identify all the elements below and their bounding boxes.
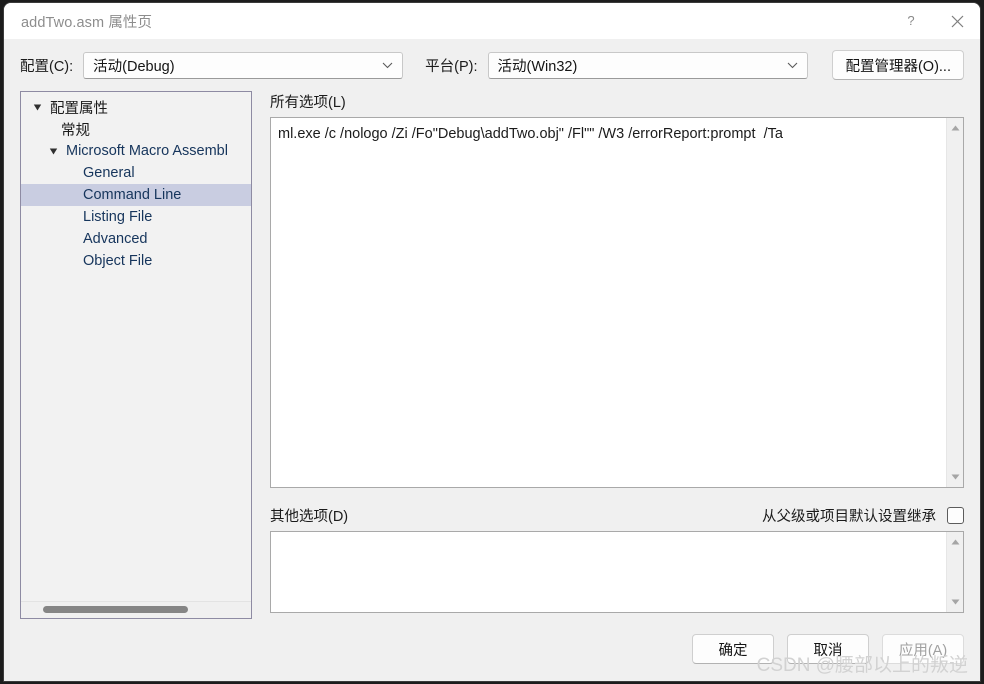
tree-item-advanced[interactable]: Advanced bbox=[21, 228, 251, 250]
close-button[interactable] bbox=[934, 3, 980, 39]
inherit-label: 从父级或项目默认设置继承 bbox=[762, 509, 936, 525]
additional-options-header: 其他选项(D) 从父级或项目默认设置继承 bbox=[270, 505, 964, 526]
scroll-down-arrow-icon[interactable] bbox=[947, 470, 964, 484]
tree-item-label: 常规 bbox=[61, 122, 90, 139]
all-options-value[interactable]: ml.exe /c /nologo /Zi /Fo"Debug\addTwo.o… bbox=[271, 118, 946, 487]
all-options-textbox[interactable]: ml.exe /c /nologo /Zi /Fo"Debug\addTwo.o… bbox=[270, 117, 964, 488]
chevron-down-icon bbox=[787, 56, 798, 74]
configuration-manager-button[interactable]: 配置管理器(O)... bbox=[832, 50, 964, 80]
property-tree[interactable]: 配置属性常规 Microsoft Macro Assembl General Comm… bbox=[21, 92, 251, 601]
scroll-up-arrow-icon[interactable] bbox=[947, 535, 964, 549]
additional-options-label: 其他选项(D) bbox=[270, 509, 349, 525]
scroll-up-arrow-icon[interactable] bbox=[947, 121, 964, 135]
all-options-label: 所有选项(L) bbox=[270, 95, 346, 111]
all-options-vertical-scrollbar[interactable] bbox=[946, 118, 963, 487]
tree-item-label: Microsoft Macro Assembl bbox=[66, 143, 228, 159]
cancel-button[interactable]: 取消 bbox=[787, 634, 869, 664]
tree-item-general[interactable]: General bbox=[21, 162, 251, 184]
tree-item-microsoft-macro-assembl[interactable]: Microsoft Macro Assembl bbox=[21, 140, 251, 162]
additional-options-textbox[interactable] bbox=[270, 531, 964, 613]
window-title: addTwo.asm 属性页 bbox=[21, 14, 153, 31]
platform-combobox[interactable]: 活动(Win32) bbox=[487, 51, 808, 79]
tree-item-[interactable]: 配置属性 bbox=[21, 96, 251, 118]
chevron-down-icon bbox=[382, 56, 393, 74]
tree-item-[interactable]: 常规 bbox=[21, 118, 251, 140]
tree-item-object-file[interactable]: Object File bbox=[21, 250, 251, 272]
options-column: 所有选项(L) ml.exe /c /nologo /Zi /Fo"Debug\… bbox=[270, 91, 964, 619]
inherit-checkbox[interactable] bbox=[947, 507, 964, 524]
ok-button[interactable]: 确定 bbox=[692, 634, 774, 664]
tree-item-label: Advanced bbox=[83, 231, 148, 247]
property-tree-panel: 配置属性常规 Microsoft Macro Assembl General Comm… bbox=[20, 91, 252, 619]
platform-label: 平台(P): bbox=[425, 58, 478, 75]
close-icon bbox=[951, 15, 964, 28]
additional-options-value[interactable] bbox=[271, 532, 946, 612]
apply-button[interactable]: 应用(A) bbox=[882, 634, 964, 664]
title-bar-buttons: ? bbox=[888, 3, 980, 39]
expander-triangle-icon[interactable] bbox=[45, 147, 61, 156]
tree-item-label: Listing File bbox=[83, 209, 153, 225]
tree-horizontal-scrollbar-thumb[interactable] bbox=[43, 606, 188, 613]
scroll-down-arrow-icon[interactable] bbox=[947, 595, 964, 609]
expander-triangle-icon[interactable] bbox=[29, 103, 45, 112]
configuration-combobox[interactable]: 活动(Debug) bbox=[83, 51, 404, 79]
tree-item-command-line[interactable]: Command Line bbox=[21, 184, 251, 206]
tree-item-label: 配置属性 bbox=[50, 100, 108, 117]
tree-item-listing-file[interactable]: Listing File bbox=[21, 206, 251, 228]
tree-item-label: Object File bbox=[83, 253, 153, 269]
property-pages-dialog: addTwo.asm 属性页 ? 配置(C): 活动(Debug) 平台(P):… bbox=[3, 2, 981, 682]
dialog-footer: 确定 取消 应用(A) CSDN @腰部以上的叛逆 bbox=[4, 623, 980, 681]
tree-item-label: Command Line bbox=[83, 187, 182, 203]
configuration-toolbar: 配置(C): 活动(Debug) 平台(P): 活动(Win32) 配置管理器(… bbox=[4, 39, 980, 91]
configuration-value: 活动(Debug) bbox=[93, 58, 175, 75]
help-button[interactable]: ? bbox=[888, 3, 934, 39]
tree-horizontal-scrollbar[interactable] bbox=[21, 601, 251, 618]
tree-item-label: General bbox=[83, 165, 135, 181]
title-bar: addTwo.asm 属性页 ? bbox=[4, 3, 980, 39]
inherit-control[interactable]: 从父级或项目默认设置继承 bbox=[762, 505, 964, 526]
svg-text:?: ? bbox=[907, 14, 914, 28]
dialog-body: 配置属性常规 Microsoft Macro Assembl General Comm… bbox=[4, 91, 980, 623]
platform-value: 活动(Win32) bbox=[497, 58, 578, 75]
question-mark-icon: ? bbox=[904, 14, 918, 28]
additional-options-vertical-scrollbar[interactable] bbox=[946, 532, 963, 612]
configuration-label: 配置(C): bbox=[20, 58, 74, 75]
